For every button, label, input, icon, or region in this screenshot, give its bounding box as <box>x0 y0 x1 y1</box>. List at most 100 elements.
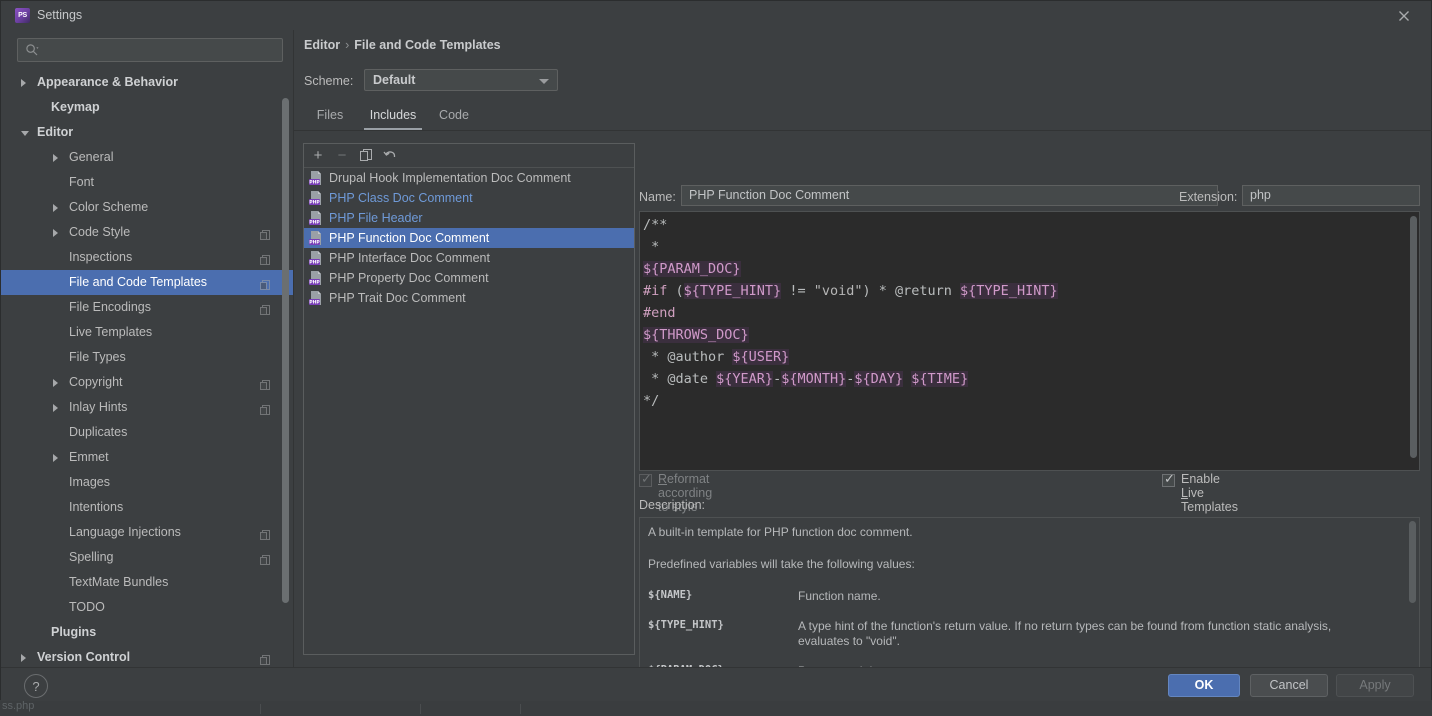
background-filename: ss.php <box>2 700 35 712</box>
sidebar-item-intentions[interactable]: Intentions <box>1 495 293 520</box>
phpstorm-logo-icon: PS <box>15 8 30 23</box>
svg-text:PHP: PHP <box>309 260 320 266</box>
sidebar-item-keymap[interactable]: Keymap <box>1 95 293 120</box>
description-variable-name: ${NAME} <box>648 589 693 601</box>
tab-code[interactable]: Code <box>430 102 478 130</box>
sidebar-item-code-style[interactable]: Code Style <box>1 220 293 245</box>
template-name-value: PHP Function Doc Comment <box>689 188 850 202</box>
code-editor-scrollbar-thumb[interactable] <box>1410 216 1417 458</box>
template-extension-input[interactable]: php <box>1242 185 1420 206</box>
sidebar-item-label: Version Control <box>37 650 131 664</box>
description-variable-row: ${NAME} Function name. <box>648 589 1388 604</box>
sidebar-item-label: File Encodings <box>69 300 151 314</box>
sidebar-item-inlay-hints[interactable]: Inlay Hints <box>1 395 293 420</box>
sidebar-item-general[interactable]: General <box>1 145 293 170</box>
sidebar-item-file-and-code-templates[interactable]: File and Code Templates <box>1 270 293 295</box>
sidebar-item-label: Intentions <box>69 500 124 514</box>
template-list-item[interactable]: PHP PHP Property Doc Comment <box>304 268 634 288</box>
chevron-right-icon[interactable] <box>21 654 26 662</box>
chevron-right-icon[interactable] <box>53 404 58 412</box>
settings-content-pane: Editor › File and Code Templates Scheme: D… <box>294 30 1432 685</box>
sidebar-item-file-types[interactable]: File Types <box>1 345 293 370</box>
sidebar-item-language-injections[interactable]: Language Injections <box>1 520 293 545</box>
sidebar-item-live-templates[interactable]: Live Templates <box>1 320 293 345</box>
remove-template-button: − <box>332 146 352 165</box>
code-token: ${TIME} <box>911 371 969 387</box>
description-content: A built-in template for PHP function doc… <box>648 525 1388 684</box>
svg-text:PHP: PHP <box>309 180 320 186</box>
help-button[interactable]: ? <box>24 674 48 698</box>
description-label: Description: <box>639 498 705 512</box>
sidebar-item-appearance-behavior[interactable]: Appearance & Behavior <box>1 70 293 95</box>
sidebar-item-images[interactable]: Images <box>1 470 293 495</box>
sidebar-scrollbar-thumb[interactable] <box>282 98 289 603</box>
template-list-item[interactable]: PHP PHP Function Doc Comment <box>304 228 634 248</box>
sidebar-item-editor[interactable]: Editor <box>1 120 293 145</box>
tab-underline-divider <box>294 130 1432 131</box>
code-token: #if <box>643 283 668 299</box>
template-code-text[interactable]: /** * ${PARAM_DOC} #if (${TYPE_HINT} != "v… <box>643 214 1403 412</box>
code-token: ${THROWS_DOC} <box>643 327 749 343</box>
ok-button[interactable]: OK <box>1168 674 1240 697</box>
copy-template-button[interactable] <box>356 146 376 165</box>
sidebar-item-version-control[interactable]: Version Control <box>1 645 293 667</box>
code-token: ${TYPE_HINT} <box>960 283 1058 299</box>
description-variable-text: A type hint of the function's return val… <box>798 619 1388 649</box>
code-line: ${PARAM_DOC} <box>643 258 1403 280</box>
settings-tree[interactable]: Appearance & Behavior Keymap Editor General… <box>1 70 293 667</box>
sidebar-item-label: Code Style <box>69 225 131 239</box>
breadcrumb-parent[interactable]: Editor <box>304 38 340 52</box>
chevron-right-icon[interactable] <box>21 79 26 87</box>
template-name-input[interactable]: PHP Function Doc Comment <box>681 185 1218 206</box>
sidebar-item-duplicates[interactable]: Duplicates <box>1 420 293 445</box>
description-variable-row: ${TYPE_HINT} A type hint of the function'… <box>648 619 1388 649</box>
chevron-right-icon[interactable] <box>53 454 58 462</box>
close-icon[interactable] <box>1395 7 1413 25</box>
code-editor-scrollbar[interactable] <box>1407 212 1419 470</box>
sidebar-item-label: Language Injections <box>69 525 181 539</box>
reset-template-button[interactable] <box>380 146 400 165</box>
tab-label: Includes <box>369 108 417 122</box>
sidebar-item-plugins[interactable]: Plugins <box>1 620 293 645</box>
sidebar-item-font[interactable]: Font <box>1 170 293 195</box>
template-list-item[interactable]: PHP Drupal Hook Implementation Doc Commen… <box>304 168 634 188</box>
code-token: ( <box>667 283 684 299</box>
template-list-item-label: PHP File Header <box>329 211 423 225</box>
chevron-down-icon[interactable] <box>21 131 29 140</box>
code-line: #if (${TYPE_HINT} != "void") * @return $… <box>643 280 1403 302</box>
cancel-button[interactable]: Cancel <box>1250 674 1328 697</box>
chevron-right-icon[interactable] <box>53 229 58 237</box>
sidebar-item-inspections[interactable]: Inspections <box>1 245 293 270</box>
sidebar-item-textmate-bundles[interactable]: TextMate Bundles <box>1 570 293 595</box>
search-box[interactable] <box>17 38 283 63</box>
template-list-item[interactable]: PHP PHP Interface Doc Comment <box>304 248 634 268</box>
code-token: ${YEAR} <box>716 371 774 387</box>
sidebar-item-color-scheme[interactable]: Color Scheme <box>1 195 293 220</box>
sidebar-item-todo[interactable]: TODO <box>1 595 293 620</box>
tab-label: Code <box>439 108 469 122</box>
chevron-right-icon[interactable] <box>53 204 58 212</box>
sidebar-item-emmet[interactable]: Emmet <box>1 445 293 470</box>
template-list-item[interactable]: PHP PHP Trait Doc Comment <box>304 288 634 308</box>
sidebar-item-spelling[interactable]: Spelling <box>1 545 293 570</box>
checkbox-box[interactable]: ✓ <box>1162 472 1175 487</box>
tab-includes[interactable]: Includes <box>358 102 428 130</box>
scheme-dropdown[interactable]: Default <box>364 69 558 91</box>
template-code-editor[interactable]: /** * ${PARAM_DOC} #if (${TYPE_HINT} != "v… <box>639 211 1420 471</box>
template-list-item[interactable]: PHP PHP Class Doc Comment <box>304 188 634 208</box>
template-category-tabs[interactable]: Files Includes Code <box>294 102 1432 130</box>
template-list-item-label: PHP Interface Doc Comment <box>329 251 490 265</box>
template-list[interactable]: PHP Drupal Hook Implementation Doc Commen… <box>304 168 634 653</box>
sidebar-scrollbar[interactable] <box>281 70 290 664</box>
chevron-right-icon[interactable] <box>53 379 58 387</box>
description-scrollbar-thumb[interactable] <box>1409 521 1416 603</box>
add-template-button[interactable]: + <box>308 146 328 165</box>
search-input[interactable] <box>44 39 280 63</box>
chevron-right-icon[interactable] <box>53 154 58 162</box>
sidebar-item-file-encodings[interactable]: File Encodings <box>1 295 293 320</box>
breadcrumb: Editor › File and Code Templates <box>304 38 501 52</box>
sidebar-item-copyright[interactable]: Copyright <box>1 370 293 395</box>
template-list-item[interactable]: PHP PHP File Header <box>304 208 634 228</box>
description-scrollbar[interactable] <box>1407 519 1418 683</box>
tab-files[interactable]: Files <box>304 102 356 130</box>
